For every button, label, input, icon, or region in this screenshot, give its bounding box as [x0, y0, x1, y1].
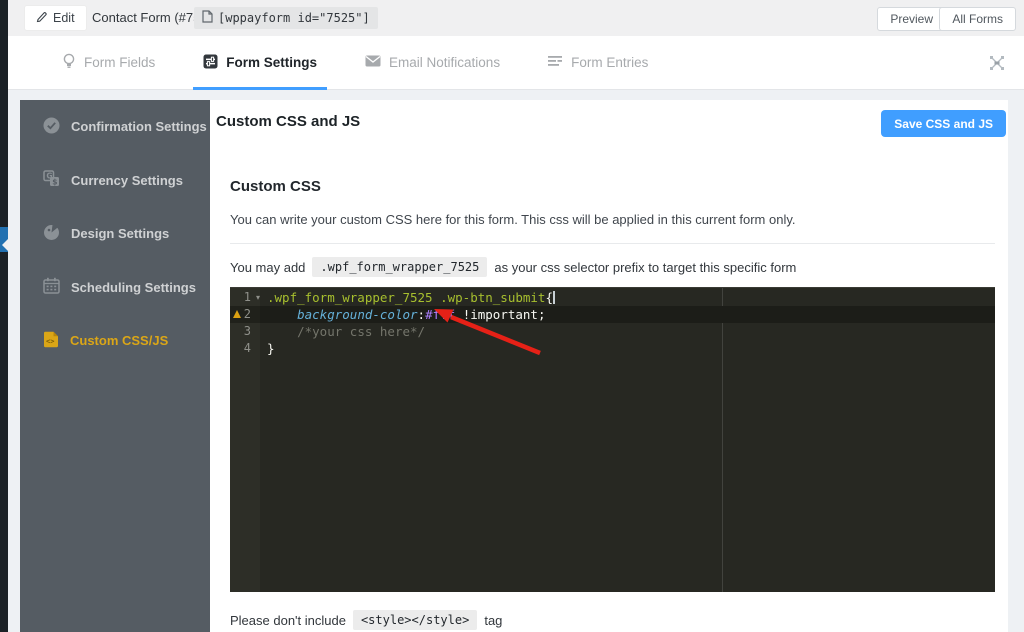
code-line: 3 /*your css here*/ [230, 323, 995, 340]
lightbulb-icon [62, 53, 76, 72]
settings-sidebar: Confirmation Settings G $ Currency Settin… [20, 100, 210, 632]
currency-icon: G $ [43, 170, 60, 190]
tab-label: Form Settings [226, 55, 318, 70]
style-tag-chip: <style></style> [352, 610, 478, 630]
check-circle-icon [43, 117, 60, 137]
code-editor-lines: 1 ▾ .wpf_form_wrapper_7525 .wp-btn_submit{… [230, 288, 995, 357]
tab-label: Email Notifications [389, 55, 501, 70]
top-bar: Edit Contact Form (#7525) [wppayform id=… [8, 0, 1024, 36]
sidebar-item-label: Design Settings [71, 226, 170, 242]
save-css-js-button[interactable]: Save CSS and JS [881, 110, 1006, 137]
css-code-editor[interactable]: 1 ▾ .wpf_form_wrapper_7525 .wp-btn_submit{… [230, 287, 995, 592]
selector-prefix-chip: .wpf_form_wrapper_7525 [312, 257, 488, 277]
sidebar-item-custom-css-js[interactable]: <> Custom CSS/JS [20, 314, 210, 368]
sidebar-item-confirmation-settings[interactable]: Confirmation Settings [20, 100, 210, 154]
edit-button-label: Edit [53, 11, 75, 25]
hint-text-after: tag [484, 612, 503, 628]
sidebar-item-currency-settings[interactable]: G $ Currency Settings [20, 154, 210, 208]
sliders-icon [203, 54, 218, 72]
shortcode-chip: [wppayform id="7525"] [194, 7, 378, 29]
wp-admin-strip[interactable] [0, 0, 8, 632]
file-code-icon: <> [43, 331, 59, 351]
custom-css-section: Custom CSS You can write your custom CSS… [230, 178, 995, 630]
fullscreen-expand-icon[interactable] [988, 54, 1006, 72]
warning-icon [233, 310, 241, 318]
preview-button[interactable]: Preview [877, 7, 946, 31]
hint-text-before: You may add [230, 259, 306, 275]
section-description: You can write your custom CSS here for t… [230, 212, 796, 227]
style-tag-hint: Please don't include <style></style> tag [230, 610, 995, 630]
tab-form-fields[interactable]: Form Fields [52, 36, 165, 89]
fold-arrow-icon[interactable]: ▾ [256, 289, 260, 306]
tab-label: Form Entries [571, 55, 649, 70]
sidebar-item-label: Scheduling Settings [71, 279, 196, 295]
palette-icon [43, 224, 60, 244]
code-line: 1 ▾ .wpf_form_wrapper_7525 .wp-btn_submit{ [230, 289, 995, 306]
envelope-icon [365, 55, 381, 70]
all-forms-button[interactable]: All Forms [939, 7, 1016, 31]
hint-text-before: Please don't include [230, 612, 346, 628]
code-line: 4} [230, 340, 995, 357]
tab-email-notifications[interactable]: Email Notifications [355, 36, 510, 89]
tab-bar: Form Fields Form Settings Email Notifica… [8, 36, 1024, 90]
selector-prefix-hint: You may add .wpf_form_wrapper_7525 as yo… [230, 257, 995, 277]
tab-label: Form Fields [84, 55, 156, 70]
code-line: 2 background-color:#fff !important; [230, 306, 995, 323]
hint-text-after: as your css selector prefix to target th… [494, 259, 797, 275]
page-title: Custom CSS and JS [216, 113, 361, 130]
tab-form-entries[interactable]: Form Entries [538, 36, 658, 89]
svg-text:<>: <> [46, 337, 54, 345]
sidebar-item-label: Currency Settings [71, 172, 183, 188]
section-divider [230, 243, 995, 244]
pencil-icon [36, 11, 48, 26]
sidebar-item-scheduling-settings[interactable]: Scheduling Settings [20, 261, 210, 315]
shortcode-text: [wppayform id="7525"] [218, 11, 370, 25]
sidebar-item-label: Custom CSS/JS [70, 333, 169, 349]
sidebar-item-design-settings[interactable]: Design Settings [20, 207, 210, 261]
edit-title-button[interactable]: Edit [24, 5, 87, 31]
list-icon [548, 55, 563, 70]
calendar-icon [43, 277, 60, 297]
svg-text:$: $ [52, 178, 57, 187]
text-cursor [552, 291, 555, 304]
sidebar-item-label: Confirmation Settings [71, 119, 207, 135]
main-panel: Custom CSS and JS Save CSS and JS Custom… [210, 100, 1008, 632]
tab-form-settings[interactable]: Form Settings [193, 36, 327, 90]
section-title: Custom CSS [230, 178, 321, 195]
document-icon [202, 10, 213, 26]
wp-admin-active-notch [2, 239, 8, 251]
